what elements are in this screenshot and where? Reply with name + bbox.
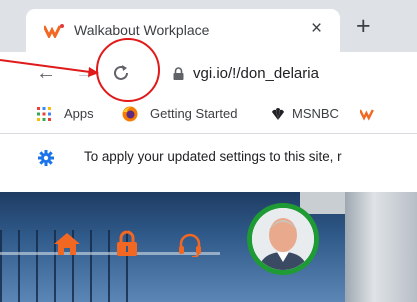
avatar[interactable] xyxy=(247,203,319,275)
avatar-photo xyxy=(252,208,314,270)
infobar-message: To apply your updated settings to this s… xyxy=(84,149,342,164)
headset-icon[interactable] xyxy=(178,233,202,257)
gear-icon xyxy=(38,150,54,166)
new-tab-button[interactable]: + xyxy=(356,14,371,39)
walkabout-logo-icon xyxy=(360,109,374,121)
tab-close-button[interactable]: × xyxy=(311,17,322,41)
bookmark-getting-started[interactable]: Getting Started xyxy=(150,106,237,121)
home-icon[interactable] xyxy=(53,232,81,256)
virtual-office-view xyxy=(0,192,417,302)
address-bar[interactable]: vgi.io/!/don_delaria xyxy=(165,58,417,90)
nbc-peacock-icon xyxy=(272,108,284,120)
bookmark-msnbc[interactable]: MSNBC xyxy=(292,106,339,121)
url-text: vgi.io/!/don_delaria xyxy=(193,65,319,82)
lock-icon xyxy=(173,67,184,80)
pillar xyxy=(345,192,417,302)
person-photo-icon xyxy=(252,208,314,270)
annotation-arrow xyxy=(0,59,99,77)
lock-icon[interactable] xyxy=(116,230,138,256)
settings-infobar: To apply your updated settings to this s… xyxy=(0,134,417,184)
